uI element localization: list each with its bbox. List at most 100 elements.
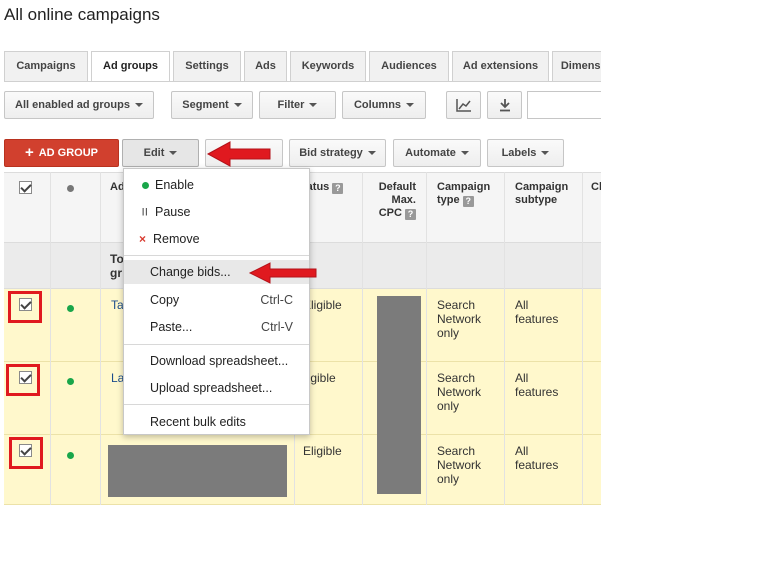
chevron-down-icon — [406, 103, 415, 107]
help-icon[interactable]: ? — [405, 209, 416, 220]
total-row-label: To gr — [110, 252, 124, 280]
select-all-checkbox[interactable] — [19, 181, 32, 194]
download-button[interactable] — [487, 91, 522, 119]
help-icon[interactable]: ? — [462, 196, 474, 207]
default-max-cpc-column-header[interactable]: Default Max. CPC ? — [366, 181, 416, 220]
chevron-down-icon — [169, 151, 178, 155]
tab-audiences[interactable]: Audiences — [369, 51, 449, 81]
search-input[interactable] — [527, 91, 601, 119]
paste-shortcut: Ctrl-V — [261, 320, 293, 334]
tab-settings[interactable]: Settings — [173, 51, 241, 81]
campaign-type-line-2: Network — [437, 312, 482, 326]
column-divider — [426, 172, 427, 505]
menu-divider — [124, 404, 309, 405]
menu-divider — [124, 344, 309, 345]
menu-item-recent-bulk-edits-label: Recent bulk edits — [150, 415, 246, 429]
page-title: All online campaigns — [4, 5, 160, 24]
menu-item-recent-bulk-edits[interactable]: Recent bulk edits — [124, 410, 309, 434]
menu-item-download-spreadsheet-label: Download spreadsheet... — [150, 354, 289, 368]
edit-label: Edit — [143, 147, 165, 159]
cpc-header-line-2: Max. — [391, 194, 416, 206]
menu-item-paste-label: Paste... — [150, 320, 193, 334]
view-filter-dropdown[interactable]: All enabled ad groups — [4, 91, 154, 119]
campaign-subtype-line-1: All — [515, 298, 529, 312]
automate-label: Automate — [405, 147, 456, 159]
campaign-type-line-3: only — [437, 472, 460, 486]
enabled-status-icon — [67, 305, 74, 312]
segment-label: Segment — [182, 99, 229, 111]
campaign-subtype-text: All features — [515, 371, 558, 399]
enabled-status-icon — [67, 452, 74, 459]
campaign-type-column-header[interactable]: Campaign type ? — [437, 181, 490, 207]
tab-keywords[interactable]: Keywords — [290, 51, 366, 81]
help-icon[interactable]: ? — [332, 183, 344, 194]
ad-group-name-link[interactable]: Ta — [111, 298, 124, 312]
campaign-subtype-line-2: features — [515, 458, 559, 472]
bid-strategy-label: Bid strategy — [299, 147, 363, 159]
filter-button[interactable]: Filter — [259, 91, 336, 119]
annotation-highlight-box — [6, 364, 40, 396]
clicks-column-header[interactable]: Cl — [591, 181, 601, 194]
campaign-subtype-line-1: All — [515, 371, 529, 385]
campaign-type-text: Search Network only — [437, 371, 481, 413]
segment-button[interactable]: Segment — [171, 91, 253, 119]
column-divider — [50, 172, 51, 505]
status-dot-header-icon — [67, 185, 74, 192]
menu-item-download-spreadsheet[interactable]: Download spreadsheet... — [124, 349, 309, 373]
tab-ad-extensions[interactable]: Ad extensions — [452, 51, 549, 81]
column-divider — [100, 172, 101, 505]
menu-item-remove-label: Remove — [153, 232, 200, 246]
annotation-highlight-box — [9, 437, 43, 469]
chart-toggle-button[interactable] — [446, 91, 481, 119]
menu-item-pause[interactable]: || Pause — [124, 200, 309, 224]
tab-ad-groups[interactable]: Ad groups — [91, 51, 170, 82]
chevron-down-icon — [233, 103, 242, 107]
menu-item-paste[interactable]: Paste... Ctrl-V — [124, 315, 309, 339]
campaign-subtype-line-1: All — [515, 444, 529, 458]
menu-item-upload-spreadsheet-label: Upload spreadsheet... — [150, 381, 273, 395]
chevron-down-icon — [309, 103, 318, 107]
line-chart-icon — [455, 99, 471, 112]
annotation-highlight-box — [8, 291, 42, 323]
copy-shortcut: Ctrl-C — [260, 293, 293, 307]
adwords-panel: All online campaigns Campaigns Ad groups… — [0, 0, 601, 585]
menu-item-remove[interactable]: × Remove — [124, 227, 309, 251]
menu-item-upload-spreadsheet[interactable]: Upload spreadsheet... — [124, 376, 309, 400]
edit-button[interactable]: Edit — [122, 139, 199, 167]
columns-label: Columns — [353, 99, 402, 111]
edit-dropdown-menu: Enable || Pause × Remove Change bids... … — [123, 168, 310, 435]
menu-item-copy[interactable]: Copy Ctrl-C — [124, 288, 309, 312]
total-row-label-line-1: To — [110, 252, 124, 266]
menu-item-pause-label: Pause — [155, 205, 191, 219]
total-row-label-line-2: gr — [110, 266, 122, 280]
filter-label: Filter — [277, 99, 305, 111]
automate-button[interactable]: Automate — [393, 139, 481, 167]
redacted-cpc-values — [377, 296, 421, 494]
campaign-subtype-text: All features — [515, 444, 558, 472]
tab-campaigns[interactable]: Campaigns — [4, 51, 88, 81]
menu-item-enable[interactable]: Enable — [124, 173, 309, 197]
labels-button[interactable]: Labels — [487, 139, 564, 167]
tab-dimensions[interactable]: Dimensions — [552, 51, 601, 81]
cpc-header-line-1: Default — [378, 181, 416, 193]
enabled-status-icon — [67, 378, 74, 385]
campaign-type-line-3: only — [437, 326, 460, 340]
chevron-down-icon — [460, 151, 469, 155]
menu-item-enable-label: Enable — [155, 178, 194, 192]
chevron-down-icon — [367, 151, 376, 155]
campaign-subtype-text: All features — [515, 298, 558, 326]
menu-item-change-bids-label: Change bids... — [150, 265, 231, 279]
annotation-arrow-icon — [206, 141, 271, 167]
campaign-subtype-column-header[interactable]: Campaign subtype — [515, 181, 568, 207]
enable-dot-icon — [142, 182, 149, 189]
chevron-down-icon — [134, 103, 143, 107]
labels-label: Labels — [501, 147, 537, 159]
add-ad-group-button[interactable]: + AD GROUP — [4, 139, 119, 167]
tab-ads[interactable]: Ads — [244, 51, 287, 81]
columns-button[interactable]: Columns — [342, 91, 426, 119]
bid-strategy-button[interactable]: Bid strategy — [289, 139, 386, 167]
campaign-type-line-1: Search — [437, 444, 476, 458]
column-divider — [504, 172, 505, 505]
tab-divider — [4, 81, 601, 82]
campaign-subtype-line-2: features — [515, 312, 559, 326]
